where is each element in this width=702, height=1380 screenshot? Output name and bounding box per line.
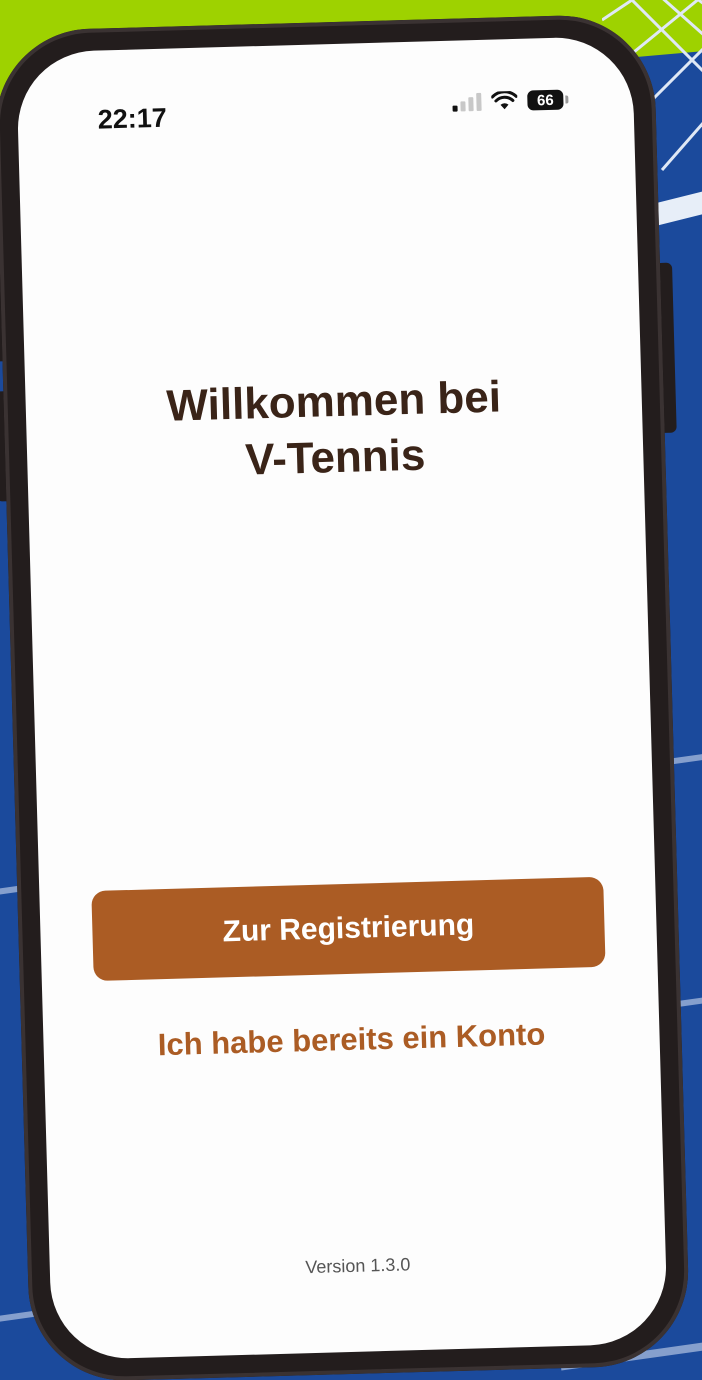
status-time: 22:17 <box>97 102 168 135</box>
phone-mockup: 22:17 66 Willkommen bei V-Tennis Zur Reg… <box>0 13 691 1380</box>
app-screen: 22:17 66 Willkommen bei V-Tennis Zur Reg… <box>15 35 669 1361</box>
wifi-icon <box>491 90 518 110</box>
version-label: Version 1.3.0 <box>305 1254 411 1278</box>
signal-icon <box>452 92 482 112</box>
status-icons: 66 <box>452 89 564 113</box>
battery-icon: 66 <box>527 89 564 111</box>
register-button[interactable]: Zur Registrierung <box>91 876 606 982</box>
login-link[interactable]: Ich habe bereits ein Konto <box>43 1013 660 1066</box>
welcome-title: Willkommen bei V-Tennis <box>25 366 644 495</box>
